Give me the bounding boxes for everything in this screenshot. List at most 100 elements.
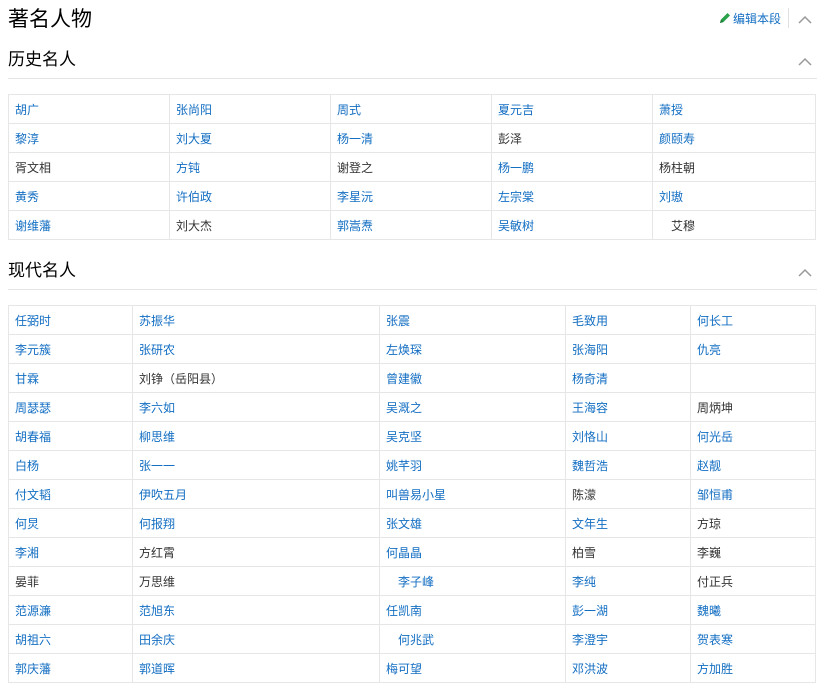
person-name: 方琼	[697, 516, 722, 531]
person-link[interactable]: 李子峰	[398, 575, 434, 589]
person-link[interactable]: 苏振华	[139, 314, 175, 328]
person-link[interactable]: 白杨	[15, 459, 39, 473]
table-cell: 李澄宇	[565, 624, 691, 654]
person-link[interactable]: 刘璈	[659, 190, 683, 204]
person-link[interactable]: 左宗棠	[498, 190, 534, 204]
person-link[interactable]: 郭道晖	[139, 662, 175, 676]
person-link[interactable]: 田余庆	[139, 633, 175, 647]
person-link[interactable]: 伊吹五月	[139, 488, 187, 502]
table-cell: 任弼时	[8, 305, 133, 335]
person-link[interactable]: 毛致用	[572, 314, 608, 328]
chevron-up-icon[interactable]	[797, 13, 813, 25]
person-link[interactable]: 仇亮	[697, 343, 721, 357]
person-link[interactable]: 张文雄	[386, 517, 422, 531]
person-name: 周炳坤	[697, 400, 734, 415]
table-cell: 颜颐寿	[652, 123, 816, 153]
person-link[interactable]: 李纯	[572, 575, 596, 589]
person-link[interactable]: 吴溉之	[386, 401, 422, 415]
person-link[interactable]: 彭一湖	[572, 604, 608, 618]
person-link[interactable]: 王海容	[572, 401, 608, 415]
person-link[interactable]: 萧授	[659, 103, 683, 117]
person-link[interactable]: 何晶晶	[386, 546, 422, 560]
table-cell: 黎淳	[8, 123, 170, 153]
person-link[interactable]: 任弼时	[15, 314, 51, 328]
person-link[interactable]: 赵靓	[697, 459, 721, 473]
person-link[interactable]: 方钝	[176, 161, 200, 175]
person-link[interactable]: 杨奇清	[572, 372, 608, 386]
person-link[interactable]: 叫兽易小星	[386, 488, 446, 502]
person-link[interactable]: 杨一清	[337, 132, 373, 146]
table-cell: 左焕琛	[379, 334, 566, 364]
person-link[interactable]: 李澄宇	[572, 633, 608, 647]
person-link[interactable]: 何炅	[15, 517, 39, 531]
section-title: 现代名人	[8, 261, 76, 281]
person-link[interactable]: 范源濂	[15, 604, 51, 618]
table-row: 周瑟瑟 李六如 吴溉之 王海容 周炳坤	[8, 392, 816, 422]
table-cell: 魏哲浩	[565, 450, 691, 480]
chevron-up-icon[interactable]	[797, 266, 813, 278]
person-link[interactable]: 李六如	[139, 401, 175, 415]
person-link[interactable]: 李湘	[15, 546, 39, 560]
person-link[interactable]: 郭嵩焘	[337, 219, 373, 233]
person-link[interactable]: 夏元吉	[498, 103, 534, 117]
person-link[interactable]: 吴克坚	[386, 430, 422, 444]
person-link[interactable]: 胡广	[15, 103, 39, 117]
person-link[interactable]: 任凯南	[386, 604, 422, 618]
person-link[interactable]: 方加胜	[697, 662, 733, 676]
person-link[interactable]: 李元簇	[15, 343, 51, 357]
person-link[interactable]: 何兆武	[398, 633, 434, 647]
table-cell: 杨柱朝	[652, 152, 816, 182]
table-row: 胥文相 方钝 谢登之 杨一鹏 杨柱朝	[8, 152, 816, 182]
person-link[interactable]: 贺表寒	[697, 633, 733, 647]
table-cell: 杨一清	[330, 123, 492, 153]
table-cell: 杨一鹏	[491, 152, 653, 182]
table-cell: 苏振华	[132, 305, 380, 335]
table-cell: 万思维	[132, 566, 380, 596]
page-title: 著名人物	[8, 7, 92, 31]
person-link[interactable]: 颜颐寿	[659, 132, 695, 146]
person-link[interactable]: 邓洪波	[572, 662, 608, 676]
person-link[interactable]: 周瑟瑟	[15, 401, 51, 415]
person-link[interactable]: 胡祖六	[15, 633, 51, 647]
person-link[interactable]: 杨一鹏	[498, 161, 534, 175]
person-link[interactable]: 魏曦	[697, 604, 721, 618]
person-link[interactable]: 何报翔	[139, 517, 175, 531]
table-cell: 李巍	[690, 537, 816, 567]
person-link[interactable]: 甘霖	[15, 372, 39, 386]
person-link[interactable]: 梅可望	[386, 662, 422, 676]
person-link[interactable]: 柳思维	[139, 430, 175, 444]
table-cell: 萧授	[652, 94, 816, 124]
person-link[interactable]: 姚芊羽	[386, 459, 422, 473]
person-link[interactable]: 范旭东	[139, 604, 175, 618]
person-link[interactable]: 何光岳	[697, 430, 733, 444]
person-link[interactable]: 文年生	[572, 517, 608, 531]
person-link[interactable]: 曾建徽	[386, 372, 422, 386]
person-link[interactable]: 吴敏树	[498, 219, 534, 233]
table-cell: 白杨	[8, 450, 133, 480]
person-link[interactable]: 张一一	[139, 459, 175, 473]
person-link[interactable]: 李星沅	[337, 190, 373, 204]
person-link[interactable]: 黄秀	[15, 190, 39, 204]
person-link[interactable]: 何长工	[697, 314, 733, 328]
table-cell: 晏菲	[8, 566, 133, 596]
person-link[interactable]: 黎淳	[15, 132, 39, 146]
person-link[interactable]: 邹恒甫	[697, 488, 733, 502]
person-link[interactable]: 胡春福	[15, 430, 51, 444]
person-link[interactable]: 张研农	[139, 343, 175, 357]
person-link[interactable]: 周式	[337, 103, 361, 117]
chevron-up-icon[interactable]	[797, 55, 813, 67]
person-link[interactable]: 张尚阳	[176, 103, 212, 117]
person-link[interactable]: 左焕琛	[386, 343, 422, 357]
person-link[interactable]: 张海阳	[572, 343, 608, 357]
person-link[interactable]: 魏哲浩	[572, 459, 608, 473]
person-link[interactable]: 郭庆藩	[15, 662, 51, 676]
person-link[interactable]: 许伯政	[176, 190, 212, 204]
edit-section-button[interactable]: 编辑本段	[718, 10, 781, 28]
person-link[interactable]: 张震	[386, 314, 410, 328]
person-link[interactable]: 付文韬	[15, 488, 51, 502]
table-cell: 张尚阳	[169, 94, 331, 124]
person-link[interactable]: 谢维藩	[15, 219, 51, 233]
table-cell: 郭道晖	[132, 653, 380, 683]
person-link[interactable]: 刘恪山	[572, 430, 608, 444]
person-link[interactable]: 刘大夏	[176, 132, 212, 146]
